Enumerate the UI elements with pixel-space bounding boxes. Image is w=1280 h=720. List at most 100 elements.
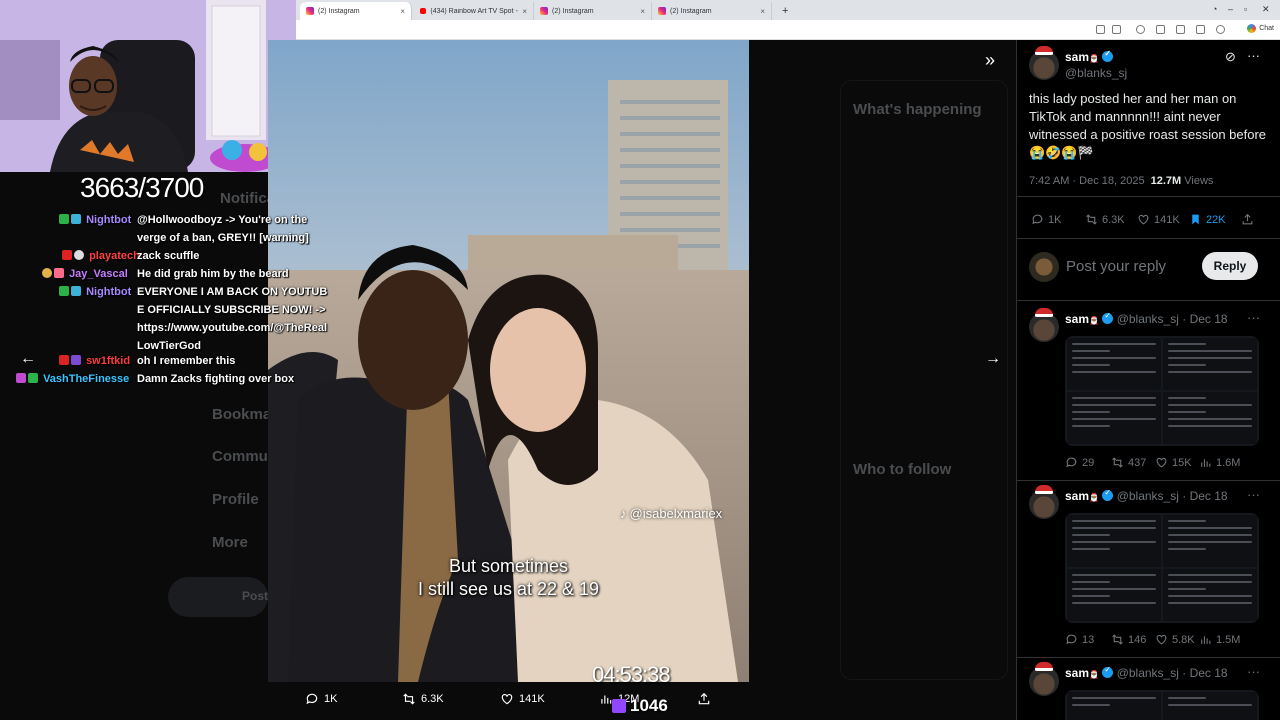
- more-icon[interactable]: ···: [1247, 310, 1260, 325]
- video-like-button[interactable]: 141K: [500, 692, 545, 706]
- reply-button[interactable]: 29: [1065, 456, 1094, 469]
- chat-message-text: He did grab him by the beard: [137, 268, 289, 280]
- share-icon: [1242, 213, 1253, 225]
- chat-username[interactable]: Nightbot: [86, 286, 131, 298]
- browser-tab[interactable]: (434) Rainbow Art TV Spot - YouT... ×: [414, 2, 534, 20]
- star-icon[interactable]: [1136, 25, 1145, 34]
- views-button[interactable]: 1.5M: [1199, 633, 1240, 646]
- more-icon[interactable]: ···: [1247, 48, 1260, 63]
- reply-image[interactable]: [1065, 690, 1259, 720]
- gift-badge-icon: [28, 373, 38, 383]
- browser-tab[interactable]: (2) Instagram ×: [300, 2, 412, 20]
- reply-header: sam🎅🏾 @blanks_sj · Dec 18: [1065, 311, 1228, 326]
- reply-icon: [1066, 457, 1077, 468]
- browser-tab-bar: (2) Instagram × (434) Rainbow Art TV Spo…: [296, 0, 1280, 20]
- views-button[interactable]: 1.6M: [1199, 456, 1240, 469]
- tweet-author[interactable]: sam🎅🏾: [1065, 49, 1114, 64]
- share-button[interactable]: [1241, 213, 1254, 226]
- more-icon[interactable]: ···: [1247, 487, 1260, 502]
- reply-image[interactable]: [1065, 336, 1259, 446]
- reply-input[interactable]: Post your reply: [1066, 258, 1166, 275]
- chat-message: playatech: [62, 247, 140, 265]
- repost-button[interactable]: 437: [1111, 456, 1146, 469]
- chat-message-text: Damn Zacks fighting over box: [137, 373, 295, 385]
- browser-tab[interactable]: (2) Instagram ×: [652, 2, 772, 20]
- tweet-text: this lady posted her and her man on TikT…: [1029, 91, 1267, 160]
- arrow-left-icon[interactable]: ←: [20, 350, 36, 368]
- more-icon[interactable]: ···: [1247, 664, 1260, 679]
- video-caption: But sometimes I still see us at 22 & 19: [417, 556, 600, 599]
- video-repost-button[interactable]: 6.3K: [402, 692, 444, 706]
- minimize-icon[interactable]: –: [1228, 4, 1233, 14]
- tweet-time[interactable]: 7:42 AM · Dec 18, 2025: [1029, 175, 1145, 187]
- santa-hat-icon: [1035, 662, 1053, 671]
- reply-button[interactable]: 13: [1065, 633, 1094, 646]
- reply-submit-button[interactable]: Reply: [1202, 252, 1258, 280]
- translate-icon[interactable]: [1112, 25, 1121, 34]
- chat-message-text: @Hollwoodboyz -> You're on the verge of …: [137, 214, 309, 244]
- reply-button[interactable]: 1K: [1031, 213, 1061, 226]
- video-share-button[interactable]: [697, 692, 711, 706]
- reply-icon: [1032, 214, 1043, 225]
- close-icon[interactable]: ×: [522, 7, 527, 16]
- arrow-right-icon[interactable]: →: [985, 350, 1001, 368]
- chat-username[interactable]: Nightbot: [86, 214, 131, 226]
- sidebar-nav-profile: Profile: [212, 491, 259, 508]
- tweet-views-label: Views: [1184, 175, 1214, 187]
- verified-icon: [1102, 665, 1114, 678]
- new-tab-button[interactable]: +: [776, 2, 794, 20]
- repost-icon: [1112, 457, 1123, 468]
- chat-button[interactable]: Chat: [1247, 24, 1274, 33]
- heart-icon: [501, 694, 513, 705]
- chat-username[interactable]: sw1ftkid: [86, 355, 130, 367]
- profile-icon[interactable]: ◔: [1212, 4, 1217, 14]
- chat-message: Nightbot: [59, 283, 131, 301]
- bot-badge-icon: [71, 214, 81, 224]
- santa-hat-icon: [1035, 485, 1053, 494]
- puzzle-icon[interactable]: [1176, 25, 1185, 34]
- tab-label: (2) Instagram: [670, 7, 712, 15]
- maximize-icon[interactable]: ▫: [1244, 4, 1247, 14]
- chat-username[interactable]: VashTheFinesse: [43, 373, 129, 385]
- verified-icon: [1102, 488, 1114, 501]
- grok-icon[interactable]: ⊘: [1225, 49, 1236, 65]
- streamer-webcam-image: [0, 0, 296, 172]
- repost-button[interactable]: 146: [1111, 633, 1146, 646]
- browser-tab[interactable]: (2) Instagram ×: [534, 2, 652, 20]
- close-icon[interactable]: ×: [640, 7, 645, 16]
- viewers-icon: [612, 699, 626, 713]
- mod-badge-icon: [59, 286, 69, 296]
- repost-button[interactable]: 6.3K: [1085, 213, 1125, 226]
- sidebar-nav-more: More: [212, 534, 248, 551]
- close-icon[interactable]: ×: [400, 7, 405, 16]
- like-button[interactable]: 15K: [1155, 456, 1192, 469]
- like-button[interactable]: 5.8K: [1155, 633, 1195, 646]
- views-icon: [1201, 636, 1211, 644]
- viewer-count: 1046: [612, 696, 668, 716]
- tab-label: (434) Rainbow Art TV Spot - YouT...: [430, 7, 518, 15]
- chat-username[interactable]: playatech: [89, 250, 140, 262]
- stream-timer: 04:53:38: [592, 662, 671, 687]
- extension-icon[interactable]: [1156, 25, 1165, 34]
- tweet-views-count: 12.7M: [1150, 175, 1182, 187]
- video-player[interactable]: ♪ @isabelxmariex But sometimes I still s…: [268, 40, 749, 682]
- expand-panel-icon[interactable]: »: [985, 50, 995, 71]
- tab-label: (2) Instagram: [552, 7, 594, 15]
- reply-image[interactable]: [1065, 513, 1259, 623]
- extension-icon[interactable]: [1096, 25, 1105, 34]
- download-icon[interactable]: [1196, 25, 1205, 34]
- chat-message-text: EVERYONE I AM BACK ON YOUTUBE OFFICIALLY…: [137, 286, 328, 352]
- close-icon[interactable]: ×: [760, 7, 765, 16]
- tweet-panel: sam🎅🏾 @blanks_sj ⊘ ··· this lady posted …: [1016, 40, 1280, 720]
- bookmark-button[interactable]: 22K: [1189, 213, 1226, 226]
- close-window-icon[interactable]: ✕: [1262, 4, 1270, 15]
- like-button[interactable]: 141K: [1137, 213, 1180, 226]
- video-reply-button[interactable]: 1K: [305, 692, 337, 706]
- tweet-handle[interactable]: @blanks_sj: [1065, 66, 1127, 80]
- chat-username[interactable]: Jay_Vascal: [69, 268, 128, 280]
- webcam-overlay: [0, 0, 296, 172]
- views-icon: [1201, 459, 1211, 467]
- account-icon[interactable]: [1216, 25, 1225, 34]
- repost-icon: [1112, 634, 1123, 645]
- bot-badge-icon: [71, 286, 81, 296]
